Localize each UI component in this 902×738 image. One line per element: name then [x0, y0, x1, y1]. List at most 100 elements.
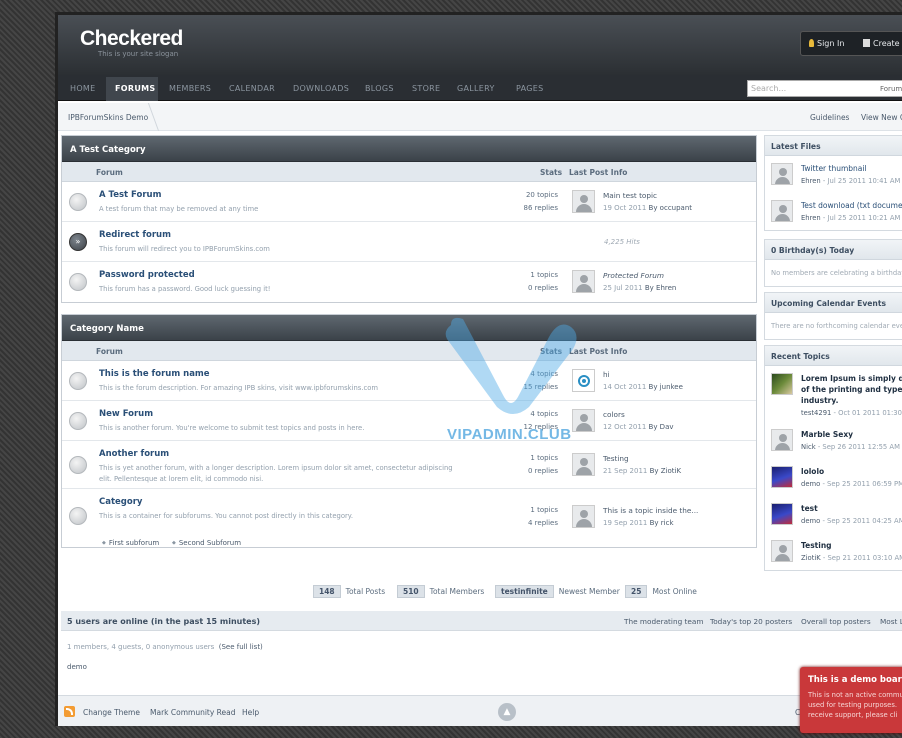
topic-date: - Sep 21 2011 03:10 AM [820, 554, 902, 562]
forum-title[interactable]: Another forum [99, 449, 169, 459]
nav-downloads[interactable]: DOWNLOADS [293, 84, 349, 93]
avatar[interactable] [572, 505, 595, 528]
view-new-content-link[interactable]: View New Co [861, 113, 902, 122]
last-post-meta: 19 Oct 2011 By occupant [603, 204, 692, 212]
search-scope-select[interactable]: Forum [880, 85, 902, 93]
last-post-title[interactable]: Main test topic [603, 191, 657, 200]
top-posters-today-link[interactable]: Today's top 20 posters [710, 617, 792, 626]
newest-member-name[interactable]: testinfinite [495, 585, 554, 598]
category-title[interactable]: Category Name [62, 315, 756, 341]
forum-title[interactable]: Password protected [99, 270, 195, 280]
back-to-top-icon[interactable]: ▲ [498, 703, 516, 721]
avatar[interactable] [771, 466, 793, 488]
topic-title[interactable]: lololo [801, 467, 824, 476]
last-post-title[interactable]: This is a topic inside the... [603, 506, 698, 515]
column-forum: Forum [96, 168, 123, 177]
topic-author[interactable]: demo [801, 480, 820, 488]
file-title[interactable]: Test download (txt document) [801, 201, 902, 210]
avatar[interactable] [572, 190, 595, 213]
topic-title[interactable]: test [801, 504, 818, 513]
nav-forums[interactable]: FORUMS [115, 84, 155, 93]
topic-meta: demo - Sep 25 2011 04:25 AM [801, 517, 902, 525]
moderating-team-link[interactable]: The moderating team [624, 617, 703, 626]
topic-title-cont[interactable]: industry. [801, 396, 838, 405]
forum-title[interactable]: A Test Forum [99, 190, 161, 200]
topic-title[interactable]: Marble Sexy [801, 430, 853, 439]
topic-author[interactable]: Nick [801, 443, 816, 451]
last-post-title[interactable]: colors [603, 410, 625, 419]
nav-members[interactable]: MEMBERS [169, 84, 211, 93]
mark-read-link[interactable]: Mark Community Read [150, 708, 236, 717]
forum-row: New Forum This is another forum. You're … [62, 401, 756, 441]
guidelines-link[interactable]: Guidelines [810, 113, 849, 122]
sign-in-link[interactable]: Sign In [809, 39, 844, 48]
forum-read-icon [69, 372, 87, 390]
search-box[interactable]: Search... Forum [747, 80, 902, 97]
overall-top-posters-link[interactable]: Overall top posters [801, 617, 871, 626]
calendar-events-title: Upcoming Calendar Events [765, 293, 902, 313]
forum-title[interactable]: Category [99, 497, 142, 507]
search-input[interactable]: Search... [751, 84, 786, 93]
topic-title[interactable]: Lorem Ipsum is simply du [801, 374, 902, 383]
demo-line: receive support, please cli [808, 711, 898, 719]
topic-title-cont[interactable]: of the printing and typese [801, 385, 902, 394]
topic-count: 1 topics [530, 454, 558, 462]
last-post-author[interactable]: By junkee [649, 383, 683, 391]
most-link[interactable]: Most L [880, 617, 902, 626]
reply-count: 86 replies [523, 204, 558, 212]
avatar[interactable] [771, 540, 793, 562]
avatar[interactable] [771, 503, 793, 525]
avatar[interactable] [771, 200, 793, 222]
last-post-author[interactable]: By rick [650, 519, 674, 527]
nav-calendar[interactable]: CALENDAR [229, 84, 275, 93]
last-post-title[interactable]: Protected Forum [603, 271, 664, 280]
avatar[interactable] [572, 270, 595, 293]
topic-author[interactable]: demo [801, 517, 820, 525]
subforum-link[interactable]: Second Subforum [172, 539, 241, 547]
file-author[interactable]: Ehren [801, 177, 821, 185]
see-full-list-link[interactable]: (See full list) [219, 643, 263, 651]
forum-row: A Test Forum A test forum that may be re… [62, 182, 756, 222]
last-post-title[interactable]: hi [603, 370, 610, 379]
last-post-author[interactable]: By occupant [649, 204, 693, 212]
forum-title[interactable]: Redirect forum [99, 230, 171, 240]
avatar[interactable] [572, 453, 595, 476]
avatar[interactable] [771, 429, 793, 451]
last-post-author[interactable]: By Dav [649, 423, 674, 431]
category-title[interactable]: A Test Category [62, 136, 756, 162]
last-post-date: 12 Oct 2011 [603, 423, 647, 431]
file-meta: Ehren - Jul 25 2011 10:21 AM [801, 214, 900, 222]
forum-title[interactable]: New Forum [99, 409, 153, 419]
rss-icon[interactable] [64, 706, 75, 717]
topic-title[interactable]: Testing [801, 541, 832, 550]
nav-gallery[interactable]: GALLERY [457, 84, 495, 93]
file-meta: Ehren - Jul 25 2011 10:41 AM [801, 177, 900, 185]
last-post-author[interactable]: By Ehren [645, 284, 677, 292]
online-user-name[interactable]: demo [67, 663, 87, 671]
nav-home[interactable]: HOME [70, 84, 95, 93]
file-author[interactable]: Ehren [801, 214, 821, 222]
forum-title[interactable]: This is the forum name [99, 369, 210, 379]
nav-store[interactable]: STORE [412, 84, 440, 93]
last-post-title[interactable]: Testing [603, 454, 629, 463]
demo-board-notice[interactable]: This is a demo board This is not an acti… [800, 667, 902, 733]
topic-author[interactable]: ZiotiK [801, 554, 821, 562]
create-account-link[interactable]: Create [863, 39, 900, 48]
change-theme-link[interactable]: Change Theme [83, 708, 140, 717]
topic-author[interactable]: test4291 [801, 409, 831, 417]
last-post-date: 14 Oct 2011 [603, 383, 647, 391]
forum-description: This is yet another forum, with a longer… [99, 464, 453, 472]
help-link[interactable]: Help [242, 708, 259, 717]
online-summary: 1 members, 4 guests, 0 anonymous users (… [67, 643, 263, 651]
last-post-author[interactable]: By ZiotiK [650, 467, 681, 475]
nav-pages[interactable]: PAGES [516, 84, 543, 93]
site-logo[interactable]: Checkered [80, 27, 183, 51]
nav-blogs[interactable]: BLOGS [365, 84, 394, 93]
subforum-link[interactable]: First subforum [102, 539, 159, 547]
topic-count: 1 topics [530, 506, 558, 514]
file-title[interactable]: Twitter thumbnail [801, 164, 867, 173]
demo-title: This is a demo board [808, 675, 902, 685]
breadcrumb-home[interactable]: IPBForumSkins Demo [68, 113, 148, 122]
avatar[interactable] [771, 373, 793, 395]
avatar[interactable] [771, 163, 793, 185]
